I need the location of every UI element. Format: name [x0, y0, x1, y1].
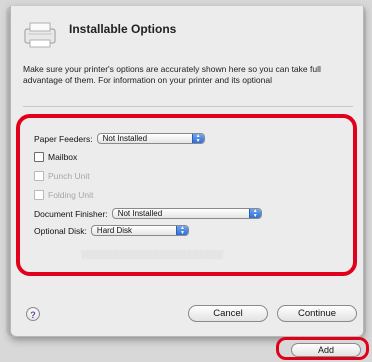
document-finisher-row: Document Finisher: Not Installed ▲ ▼ [34, 208, 262, 219]
popup-arrows-icon: ▲ ▼ [248, 209, 261, 218]
popup-arrows-icon: ▲ ▼ [191, 134, 204, 143]
optional-disk-popup[interactable]: Hard Disk ▲ ▼ [90, 225, 189, 236]
popup-arrows-icon: ▲ ▼ [175, 226, 188, 235]
paper-feeders-row: Paper Feeders: Not Installed ▲ ▼ [34, 133, 205, 144]
dialog-title: Installable Options [69, 22, 177, 36]
dialog-description: Make sure your printer's options are acc… [23, 64, 321, 85]
continue-button[interactable]: Continue [277, 305, 357, 322]
optional-disk-row: Optional Disk: Hard Disk ▲ ▼ [34, 225, 189, 236]
optional-disk-label: Optional Disk: [34, 225, 87, 236]
punch-unit-checkbox [34, 171, 44, 181]
add-button[interactable]: Add [291, 343, 361, 357]
cancel-button[interactable]: Cancel [188, 305, 268, 322]
mailbox-checkbox[interactable] [34, 152, 44, 162]
document-finisher-label: Document Finisher: [34, 208, 108, 219]
paper-feeders-popup[interactable]: Not Installed ▲ ▼ [96, 133, 205, 144]
paper-feeders-value: Not Installed [102, 134, 148, 143]
paper-feeders-label: Paper Feeders: [34, 133, 93, 144]
help-button[interactable]: ? [26, 307, 40, 321]
document-finisher-popup[interactable]: Not Installed ▲ ▼ [111, 208, 262, 219]
folding-unit-row: Folding Unit [34, 190, 93, 200]
punch-unit-label: Punch Unit [48, 171, 90, 181]
divider [23, 106, 353, 107]
folding-unit-checkbox [34, 190, 44, 200]
blurred-background: ░░░░░░░░░░░░░░░░░░░░░░░░░ [81, 250, 223, 259]
optional-disk-value: Hard Disk [96, 226, 133, 235]
printer-icon [24, 22, 56, 48]
mailbox-row: Mailbox [34, 152, 77, 162]
document-finisher-value: Not Installed [117, 209, 163, 218]
mailbox-label: Mailbox [48, 152, 78, 162]
folding-unit-label: Folding Unit [48, 190, 94, 200]
installable-options-sheet: Installable Options Make sure your print… [10, 6, 364, 337]
punch-unit-row: Punch Unit [34, 171, 90, 181]
